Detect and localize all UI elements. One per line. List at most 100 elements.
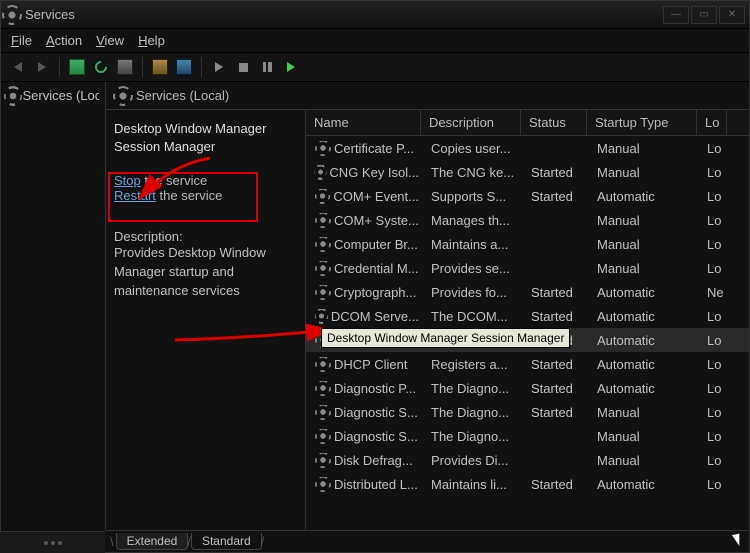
stop-service-line: Stop the service <box>114 173 297 188</box>
cell-desc: Maintains a... <box>425 237 525 252</box>
services-window: Services — ▭ ✕ File Action View Help <box>0 0 750 553</box>
pane-title: Services (Local) <box>136 88 229 103</box>
table-row[interactable]: DHCP ClientRegisters a...StartedAutomati… <box>306 352 749 376</box>
cell-desc: The Diagno... <box>425 405 525 420</box>
cell-status: Started <box>525 357 591 372</box>
menu-help[interactable]: Help <box>138 33 165 48</box>
separator <box>59 57 60 77</box>
cell-logon: Lo <box>701 261 731 276</box>
cell-name: COM+ Event... <box>333 189 419 204</box>
cell-logon: Lo <box>701 429 731 444</box>
cell-name: Diagnostic S... <box>334 429 418 444</box>
table-row[interactable]: Certificate P...Copies user...ManualLo <box>306 136 749 160</box>
cell-startup: Manual <box>591 405 701 420</box>
cell-status: Started <box>525 381 591 396</box>
help-icon <box>152 59 168 75</box>
cell-startup: Manual <box>591 261 701 276</box>
stop-service-button[interactable] <box>232 56 254 78</box>
table-row[interactable]: Computer Br...Maintains a...ManualLo <box>306 232 749 256</box>
table-row[interactable]: Disk Defrag...Provides Di...ManualLo <box>306 448 749 472</box>
cell-logon: Lo <box>701 141 731 156</box>
gear-icon <box>317 262 328 273</box>
table-row[interactable]: DCOM Serve...The DCOM...StartedAutomatic… <box>306 304 749 328</box>
cell-name: Certificate P... <box>334 141 414 156</box>
cell-logon: Lo <box>701 309 731 324</box>
cell-logon: Lo <box>701 357 731 372</box>
cell-name: CNG Key Isol... <box>329 165 419 180</box>
col-logon[interactable]: Lo <box>697 110 727 135</box>
cell-name: Credential M... <box>334 261 419 276</box>
menu-action[interactable]: Action <box>46 33 82 48</box>
forward-button[interactable] <box>31 56 53 78</box>
arrow-right-icon <box>38 62 46 72</box>
export-button[interactable] <box>114 56 136 78</box>
gear-icon <box>317 430 328 441</box>
cell-name: Diagnostic S... <box>334 405 418 420</box>
cell-status: Started <box>525 405 591 420</box>
play-icon <box>215 62 223 72</box>
restart-rest: the service <box>156 188 222 203</box>
restart-service-button[interactable] <box>280 56 302 78</box>
table-row[interactable]: COM+ Event...Supports S...StartedAutomat… <box>306 184 749 208</box>
content-split: Desktop Window Manager Session Manager S… <box>106 110 749 530</box>
maximize-button[interactable]: ▭ <box>691 6 717 24</box>
cell-logon: Lo <box>701 213 731 228</box>
back-button[interactable] <box>7 56 29 78</box>
cell-status: Started <box>525 477 591 492</box>
help-button[interactable] <box>149 56 171 78</box>
tab-standard[interactable]: Standard <box>191 533 262 550</box>
pause-service-button[interactable] <box>256 56 278 78</box>
col-startup[interactable]: Startup Type <box>587 110 697 135</box>
restart-link[interactable]: Restart <box>114 188 156 203</box>
start-service-button[interactable] <box>208 56 230 78</box>
tree-root-item[interactable]: Services (Local) <box>5 86 101 105</box>
menu-file[interactable]: File <box>11 33 32 48</box>
table-row[interactable]: CNG Key Isol...The CNG ke...StartedManua… <box>306 160 749 184</box>
options-button[interactable] <box>173 56 195 78</box>
cell-name: COM+ Syste... <box>334 213 419 228</box>
cell-logon: Lo <box>701 237 731 252</box>
sheet-icon <box>69 59 85 75</box>
gear-icon <box>317 358 328 369</box>
table-row[interactable]: Distributed L...Maintains li...StartedAu… <box>306 472 749 496</box>
gear-icon <box>317 190 328 201</box>
cell-name: DHCP Client <box>334 357 407 372</box>
cell-startup: Automatic <box>591 285 701 300</box>
titlebar: Services — ▭ ✕ <box>1 1 749 29</box>
cell-logon: Lo <box>701 477 731 492</box>
refresh-icon <box>93 59 110 76</box>
table-row[interactable]: Diagnostic S...The Diagno...ManualLo <box>306 424 749 448</box>
detail-panel: Desktop Window Manager Session Manager S… <box>106 110 306 530</box>
separator <box>201 57 202 77</box>
separator <box>142 57 143 77</box>
cell-desc: The Diagno... <box>425 381 525 396</box>
table-row[interactable]: COM+ Syste...Manages th...ManualLo <box>306 208 749 232</box>
cell-status: Started <box>525 165 591 180</box>
table-row[interactable]: Diagnostic S... The Diagno...StartedManua… <box>306 400 749 424</box>
gear-icon <box>317 310 326 321</box>
selected-service-title: Desktop Window Manager Session Manager <box>114 120 297 155</box>
properties-button[interactable] <box>66 56 88 78</box>
app-icon <box>5 8 19 22</box>
col-description[interactable]: Description <box>421 110 521 135</box>
export-icon <box>117 59 133 75</box>
close-button[interactable]: ✕ <box>719 6 745 24</box>
refresh-button[interactable] <box>90 56 112 78</box>
table-row[interactable]: Credential M...Provides se...ManualLo <box>306 256 749 280</box>
tree-root-label: Services (Local) <box>23 88 100 103</box>
col-name[interactable]: Name <box>306 110 421 135</box>
stop-link[interactable]: Stop <box>114 173 141 188</box>
gear-icon <box>317 142 328 153</box>
table-row[interactable]: Cryptograph...Provides fo...StartedAutom… <box>306 280 749 304</box>
gear-icon <box>317 478 328 489</box>
cell-name: DCOM Serve... <box>331 309 419 324</box>
tab-extended[interactable]: Extended <box>116 533 189 550</box>
right-pane: Services (Local) Desktop Window Manager … <box>106 82 749 530</box>
menu-view[interactable]: View <box>96 33 124 48</box>
minimize-button[interactable]: — <box>663 6 689 24</box>
table-row[interactable]: Diagnostic P...The Diagno...StartedAutom… <box>306 376 749 400</box>
stop-icon <box>239 63 248 72</box>
col-status[interactable]: Status <box>521 110 587 135</box>
cell-desc: Provides Di... <box>425 453 525 468</box>
cell-name: Diagnostic P... <box>334 381 416 396</box>
